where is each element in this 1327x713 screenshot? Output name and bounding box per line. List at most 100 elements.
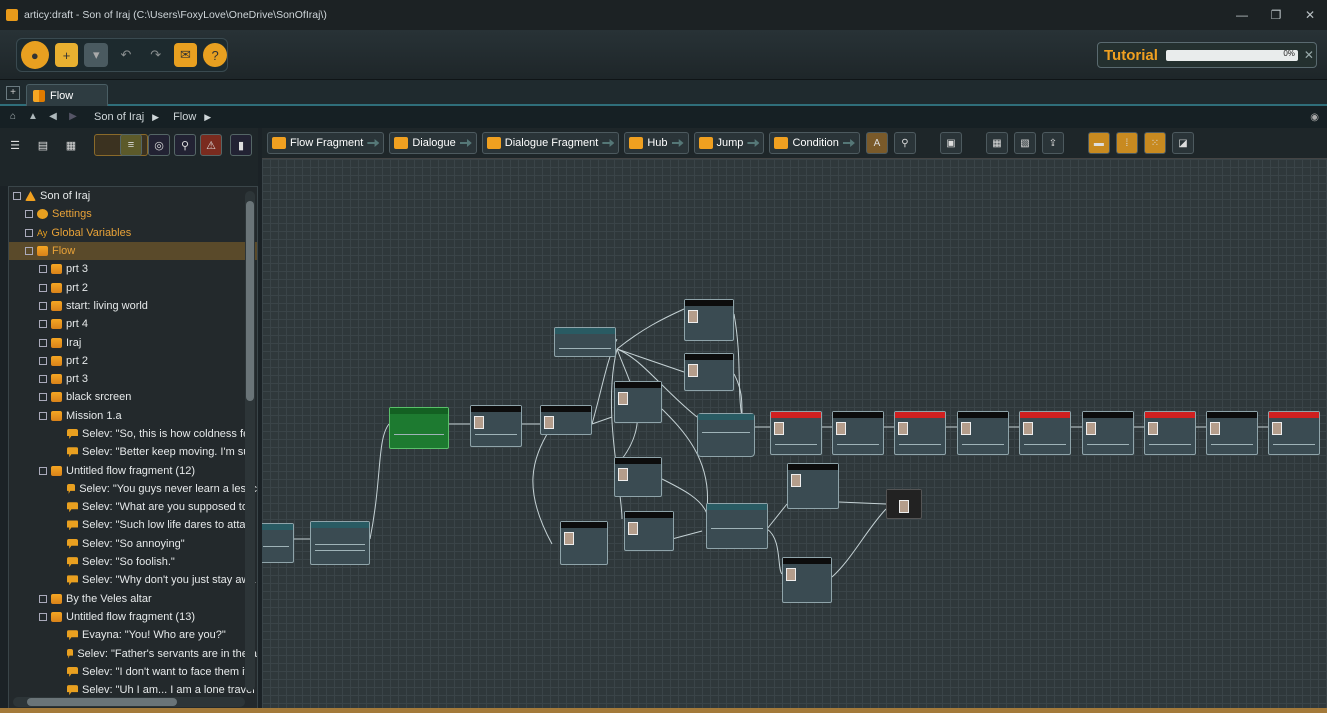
maximize-button[interactable]: ❐: [1259, 0, 1293, 30]
expand-toggle-icon[interactable]: [39, 356, 47, 365]
up-icon[interactable]: ▲: [26, 110, 40, 124]
hub-button[interactable]: Hub: [624, 132, 689, 154]
tree-item[interactable]: Selev: "So annoying": [9, 535, 257, 553]
dialogue-node[interactable]: [540, 405, 592, 435]
home-icon[interactable]: ⌂: [6, 110, 20, 124]
new-tab-button[interactable]: +: [6, 86, 20, 100]
tree-item[interactable]: Flow: [9, 241, 257, 261]
redo-icon[interactable]: ↷: [144, 43, 168, 67]
expand-toggle-icon[interactable]: [25, 228, 33, 237]
zoom-icon[interactable]: ⚲: [893, 132, 916, 154]
expand-toggle-icon[interactable]: [39, 320, 47, 329]
expand-toggle-icon[interactable]: [39, 594, 47, 603]
grid-small-icon[interactable]: ⁞: [1115, 132, 1138, 154]
mail-icon[interactable]: ✉: [173, 43, 198, 67]
dialogue-button[interactable]: Dialogue: [389, 132, 477, 154]
tree-vertical-scrollbar[interactable]: [245, 191, 255, 691]
hub-node[interactable]: [706, 503, 768, 549]
dialogue-node[interactable]: [1019, 411, 1071, 455]
tree-item[interactable]: Selev: "So foolish.": [9, 553, 257, 571]
tree-item[interactable]: Selev: "Better keep moving. I'm sur: [9, 443, 257, 461]
hub-node[interactable]: [554, 327, 616, 357]
tree-item[interactable]: Ay Global Variables: [9, 224, 257, 242]
minimap-icon[interactable]: ◪: [1171, 132, 1194, 154]
new-object-icon[interactable]: +: [54, 43, 79, 67]
filter-icon[interactable]: ≡: [120, 134, 142, 156]
flow-node[interactable]: [310, 521, 370, 565]
hub-node[interactable]: [697, 413, 755, 457]
rss-icon[interactable]: ◉: [1310, 112, 1319, 123]
tutorial-panel[interactable]: Tutorial 0% ✕: [1097, 42, 1317, 68]
back-icon[interactable]: ◀: [46, 110, 60, 124]
hierarchy-view-icon[interactable]: ▦: [60, 134, 82, 156]
dialogue-node[interactable]: [770, 411, 822, 455]
dialogue-fragment-button[interactable]: Dialogue Fragment: [481, 132, 620, 154]
dialogue-node[interactable]: [560, 521, 608, 565]
dialogue-node[interactable]: [1268, 411, 1320, 455]
dialogue-node[interactable]: [1082, 411, 1134, 455]
dialogue-node[interactable]: [624, 511, 674, 551]
condition-button[interactable]: Condition: [769, 132, 860, 154]
tree-item[interactable]: Untitled flow fragment (13): [9, 608, 257, 626]
app-menu-icon[interactable]: ●: [21, 41, 49, 69]
tree-item[interactable]: By the Veles altar: [9, 590, 257, 608]
expand-toggle-icon[interactable]: [39, 265, 47, 274]
expand-toggle-icon[interactable]: [39, 301, 47, 310]
insert-icon[interactable]: ▦: [985, 132, 1008, 154]
breadcrumb-item-flow[interactable]: Flow: [173, 111, 196, 123]
list-view-icon[interactable]: ☰: [4, 134, 26, 156]
tree-item[interactable]: Selev: "You guys never learn a lessc: [9, 480, 257, 498]
flow-canvas[interactable]: [262, 158, 1327, 710]
expand-toggle-icon[interactable]: [25, 210, 33, 219]
tree-item[interactable]: Selev: "What are you supposed to l: [9, 498, 257, 516]
tree-item[interactable]: Selev: "Father's servants are in the a: [9, 644, 257, 662]
globe-icon[interactable]: ◎: [148, 134, 170, 156]
save-icon[interactable]: ▾: [84, 43, 109, 67]
expand-toggle-icon[interactable]: [39, 466, 47, 475]
expand-toggle-icon[interactable]: [39, 375, 47, 384]
instruction-icon[interactable]: A: [865, 132, 888, 154]
export-icon[interactable]: ⇪: [1041, 132, 1064, 154]
tree-item[interactable]: Settings: [9, 205, 257, 223]
tree-item[interactable]: Evayna: "You! Who are you?": [9, 626, 257, 644]
flow-node[interactable]: [262, 523, 294, 563]
close-button[interactable]: ✕: [1293, 0, 1327, 30]
tree-view-icon[interactable]: ▤: [32, 134, 54, 156]
tree-horizontal-scrollbar[interactable]: [13, 697, 245, 707]
dialogue-node[interactable]: [614, 457, 662, 497]
tree-item[interactable]: Selev: "I don't want to face them if: [9, 663, 257, 681]
tree-item[interactable]: Selev: "So, this is how coldness fee: [9, 425, 257, 443]
expand-toggle-icon[interactable]: [39, 283, 47, 292]
dialogue-node[interactable]: [957, 411, 1009, 455]
tree-item[interactable]: prt 3: [9, 260, 257, 278]
warning-icon[interactable]: ⚠: [200, 134, 222, 156]
tutorial-close-icon[interactable]: ✕: [1304, 48, 1314, 62]
tree-item[interactable]: black srcreen: [9, 388, 257, 406]
help-icon[interactable]: ?: [203, 43, 227, 67]
dialogue-node[interactable]: [470, 405, 522, 447]
dialogue-node[interactable]: [1144, 411, 1196, 455]
dialogue-node[interactable]: [1206, 411, 1258, 455]
flow-fragment-button[interactable]: Flow Fragment: [267, 132, 385, 154]
tree-item[interactable]: Selev: "Such low life dares to attac: [9, 516, 257, 534]
tree-item[interactable]: prt 3: [9, 370, 257, 388]
layout-icon[interactable]: ▬: [1087, 132, 1110, 154]
expand-toggle-icon[interactable]: [13, 192, 21, 201]
dialogue-node[interactable]: [787, 463, 839, 509]
minimize-button[interactable]: —: [1225, 0, 1259, 30]
dialogue-node[interactable]: [614, 381, 662, 423]
dialogue-node[interactable]: [782, 557, 832, 603]
dialogue-node[interactable]: [894, 411, 946, 455]
undo-icon[interactable]: ↶: [114, 43, 138, 67]
tree-item[interactable]: prt 2: [9, 352, 257, 370]
image-icon[interactable]: ▧: [1013, 132, 1036, 154]
tree-item[interactable]: Mission 1.a: [9, 407, 257, 425]
expand-toggle-icon[interactable]: [25, 247, 33, 256]
expand-toggle-icon[interactable]: [39, 338, 47, 347]
tree-item[interactable]: Son of Iraj: [9, 187, 257, 205]
expand-toggle-icon[interactable]: [39, 411, 47, 420]
tree-item[interactable]: Selev: "Why don't you just stay awa: [9, 571, 257, 589]
tree-item[interactable]: start: living world: [9, 297, 257, 315]
forward-icon[interactable]: ▶: [66, 110, 80, 124]
search-icon[interactable]: ⚲: [174, 134, 196, 156]
